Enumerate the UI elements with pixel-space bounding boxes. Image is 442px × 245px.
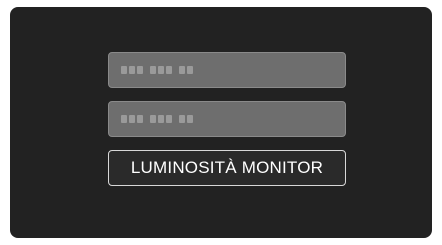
menu-item-disabled-2[interactable] bbox=[108, 101, 346, 137]
menu-item-label: LUMINOSITÀ MONITOR bbox=[130, 158, 324, 177]
monitor-brightness-button[interactable]: LUMINOSITÀ MONITOR bbox=[108, 150, 346, 186]
camera-menu-screen: LUMINOSITÀ MONITOR bbox=[10, 7, 432, 238]
obscured-label-placeholder bbox=[121, 66, 193, 74]
menu-item-disabled-1[interactable] bbox=[108, 52, 346, 88]
obscured-label-placeholder bbox=[121, 115, 193, 123]
